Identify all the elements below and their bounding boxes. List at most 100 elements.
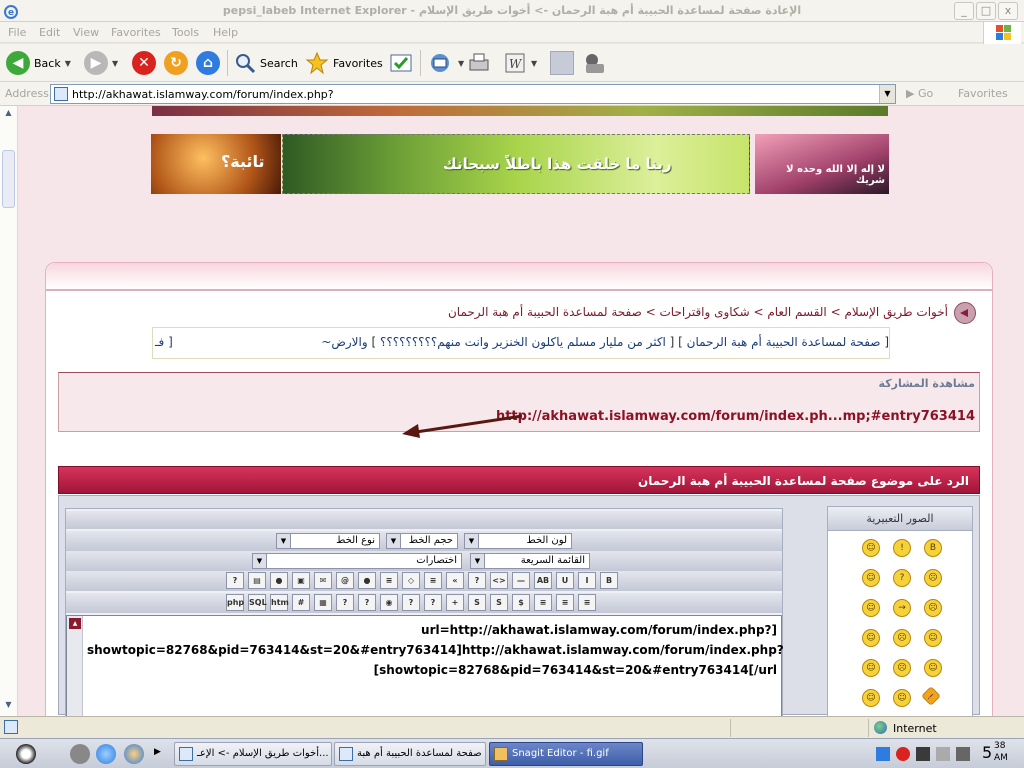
insert-button[interactable]: ≡ [578,594,596,611]
emoticon-icon[interactable]: ☺ [862,629,880,647]
nav-back-icon[interactable] [954,302,976,324]
scroll-down-icon[interactable]: ▼ [2,700,15,714]
history-button[interactable] [389,49,413,77]
shortcuts-select[interactable]: اختصارات ▼ [252,553,462,569]
insert-button[interactable]: ≡ [556,594,574,611]
discuss-button[interactable] [550,49,574,77]
format-button[interactable]: <> [490,572,508,589]
reply-textarea[interactable]: ▲ url=http://akhawat.islamway.com/forum/… [66,615,784,716]
address-input[interactable]: http://akhawat.islamway.com/forum/index.… [50,84,896,104]
emoticon-icon[interactable]: ☹ [893,629,911,647]
emoticon-icon[interactable]: ? [893,569,911,587]
format-button[interactable]: I [578,572,596,589]
forward-dropdown-icon[interactable]: ▼ [112,59,118,68]
scroll-up-icon[interactable]: ▲ [2,108,15,122]
format-button[interactable]: « [446,572,464,589]
insert-button[interactable]: ◉ [380,594,398,611]
close-button[interactable]: x [998,2,1018,20]
format-button[interactable]: ● [270,572,288,589]
marquee-left-fragment[interactable]: فـ ] [155,335,173,349]
font-type-select[interactable]: نوع الخط ▼ [276,533,380,549]
banner-left[interactable]: تائبة؟ [151,134,281,194]
insert-button[interactable]: ? [402,594,420,611]
emoticon-icon[interactable]: ☹ [924,599,942,617]
insert-button[interactable]: $ [512,594,530,611]
reply-text[interactable]: url=http://akhawat.islamway.com/forum/in… [87,620,784,680]
format-button[interactable]: ≡ [380,572,398,589]
ie-quicklaunch-icon[interactable] [96,744,116,764]
taskbar-task-2[interactable]: صفحة لمساعدة الحبيبة أم هبة ... [334,742,486,766]
address-url[interactable]: http://akhawat.islamway.com/forum/index.… [72,88,334,101]
volume-icon[interactable] [936,747,950,761]
font-color-select[interactable]: لون الخط ▼ [464,533,572,549]
emoticon-icon[interactable]: ! [893,539,911,557]
menu-edit[interactable]: Edit [39,26,60,39]
scroll-thumb[interactable] [2,150,15,208]
stop-button[interactable]: ✕ [132,49,156,77]
links-favorites-button[interactable]: Favorites [958,87,1008,100]
minimize-button[interactable]: _ [954,2,974,20]
resize-up-icon[interactable]: ▲ [69,618,81,629]
address-dropdown-icon[interactable]: ▼ [879,85,895,103]
emoticon-icon[interactable]: ☺ [862,599,880,617]
clock[interactable]: 5 38 AM [982,741,1008,763]
emoticon-icon[interactable]: ☺ [893,689,911,707]
emoticon-icon[interactable]: → [893,599,911,617]
banner-right[interactable]: لا إله إلا الله وحده لا شريك [755,134,889,194]
insert-button[interactable]: S [468,594,486,611]
insert-button[interactable]: htm [270,594,289,611]
insert-button[interactable]: php [226,594,244,611]
format-button[interactable]: ◇ [402,572,420,589]
format-button[interactable]: ▤ [248,572,266,589]
emoticon-icon[interactable]: B [924,539,942,557]
insert-button[interactable]: S [490,594,508,611]
view-post-link[interactable]: http://akhawat.islamway.com/forum/index.… [496,409,975,424]
back-dropdown-icon[interactable]: ▼ [65,59,71,68]
marquee-link-2[interactable]: اكثر من مليار مسلم ياكلون الخنزير وانت م… [380,335,666,349]
emoticon-icon[interactable]: ! [921,686,941,706]
edit-dropdown-icon[interactable]: ▼ [531,59,537,68]
tray-icon[interactable] [916,747,930,761]
quick-list-select[interactable]: القائمة السريعة ▼ [470,553,590,569]
menu-help[interactable]: Help [213,26,238,39]
format-button[interactable]: ? [226,572,244,589]
menu-tools[interactable]: Tools [172,26,199,39]
maximize-button[interactable]: □ [976,2,996,20]
marquee-link-3[interactable]: والارض~ [321,335,367,349]
tray-icon[interactable] [896,747,910,761]
go-button[interactable]: ▶ Go [906,87,933,100]
quicklaunch-chevron-icon[interactable]: ▶ [154,747,161,757]
emoticon-icon[interactable]: ☺ [924,629,942,647]
emoticon-icon[interactable]: ☺ [924,659,942,677]
font-size-select[interactable]: حجم الخط ▼ [386,533,458,549]
emoticon-icon[interactable]: ☺ [862,539,880,557]
insert-button[interactable]: ≡ [534,594,552,611]
breadcrumb[interactable]: أخوات طريق الإسلام > القسم العام > شكاوى… [448,305,948,319]
menu-file[interactable]: File [8,26,26,39]
insert-button[interactable]: SQL [248,594,267,611]
show-desktop-icon[interactable] [70,744,90,764]
network-icon[interactable] [956,747,970,761]
insert-button[interactable]: + [446,594,464,611]
emoticon-icon[interactable]: ☺ [862,569,880,587]
format-button[interactable]: ▣ [292,572,310,589]
favorites-button[interactable]: Favorites [305,49,383,77]
messenger-tray-icon[interactable] [16,744,36,764]
banner-center[interactable]: ربنا ما خلقت هذا باطلاً سبحانك [282,134,750,194]
format-button[interactable]: ● [358,572,376,589]
insert-button[interactable]: ? [336,594,354,611]
messenger-button[interactable] [582,49,608,77]
taskbar-task-3[interactable]: Snagit Editor - fi.gif [489,742,643,766]
format-button[interactable]: ✉ [314,572,332,589]
format-button[interactable]: B [600,572,618,589]
media-player-icon[interactable] [124,744,144,764]
format-button[interactable]: AB [534,572,552,589]
emoticon-icon[interactable]: ☺ [862,659,880,677]
format-button[interactable]: U [556,572,574,589]
edit-button[interactable]: W ▼ [503,49,537,77]
print-button[interactable] [467,49,491,77]
insert-button[interactable]: ▦ [314,594,332,611]
emoticon-icon[interactable]: ☹ [893,659,911,677]
vertical-scrollbar[interactable]: ▲ ▼ [0,106,18,716]
insert-button[interactable]: ? [424,594,442,611]
